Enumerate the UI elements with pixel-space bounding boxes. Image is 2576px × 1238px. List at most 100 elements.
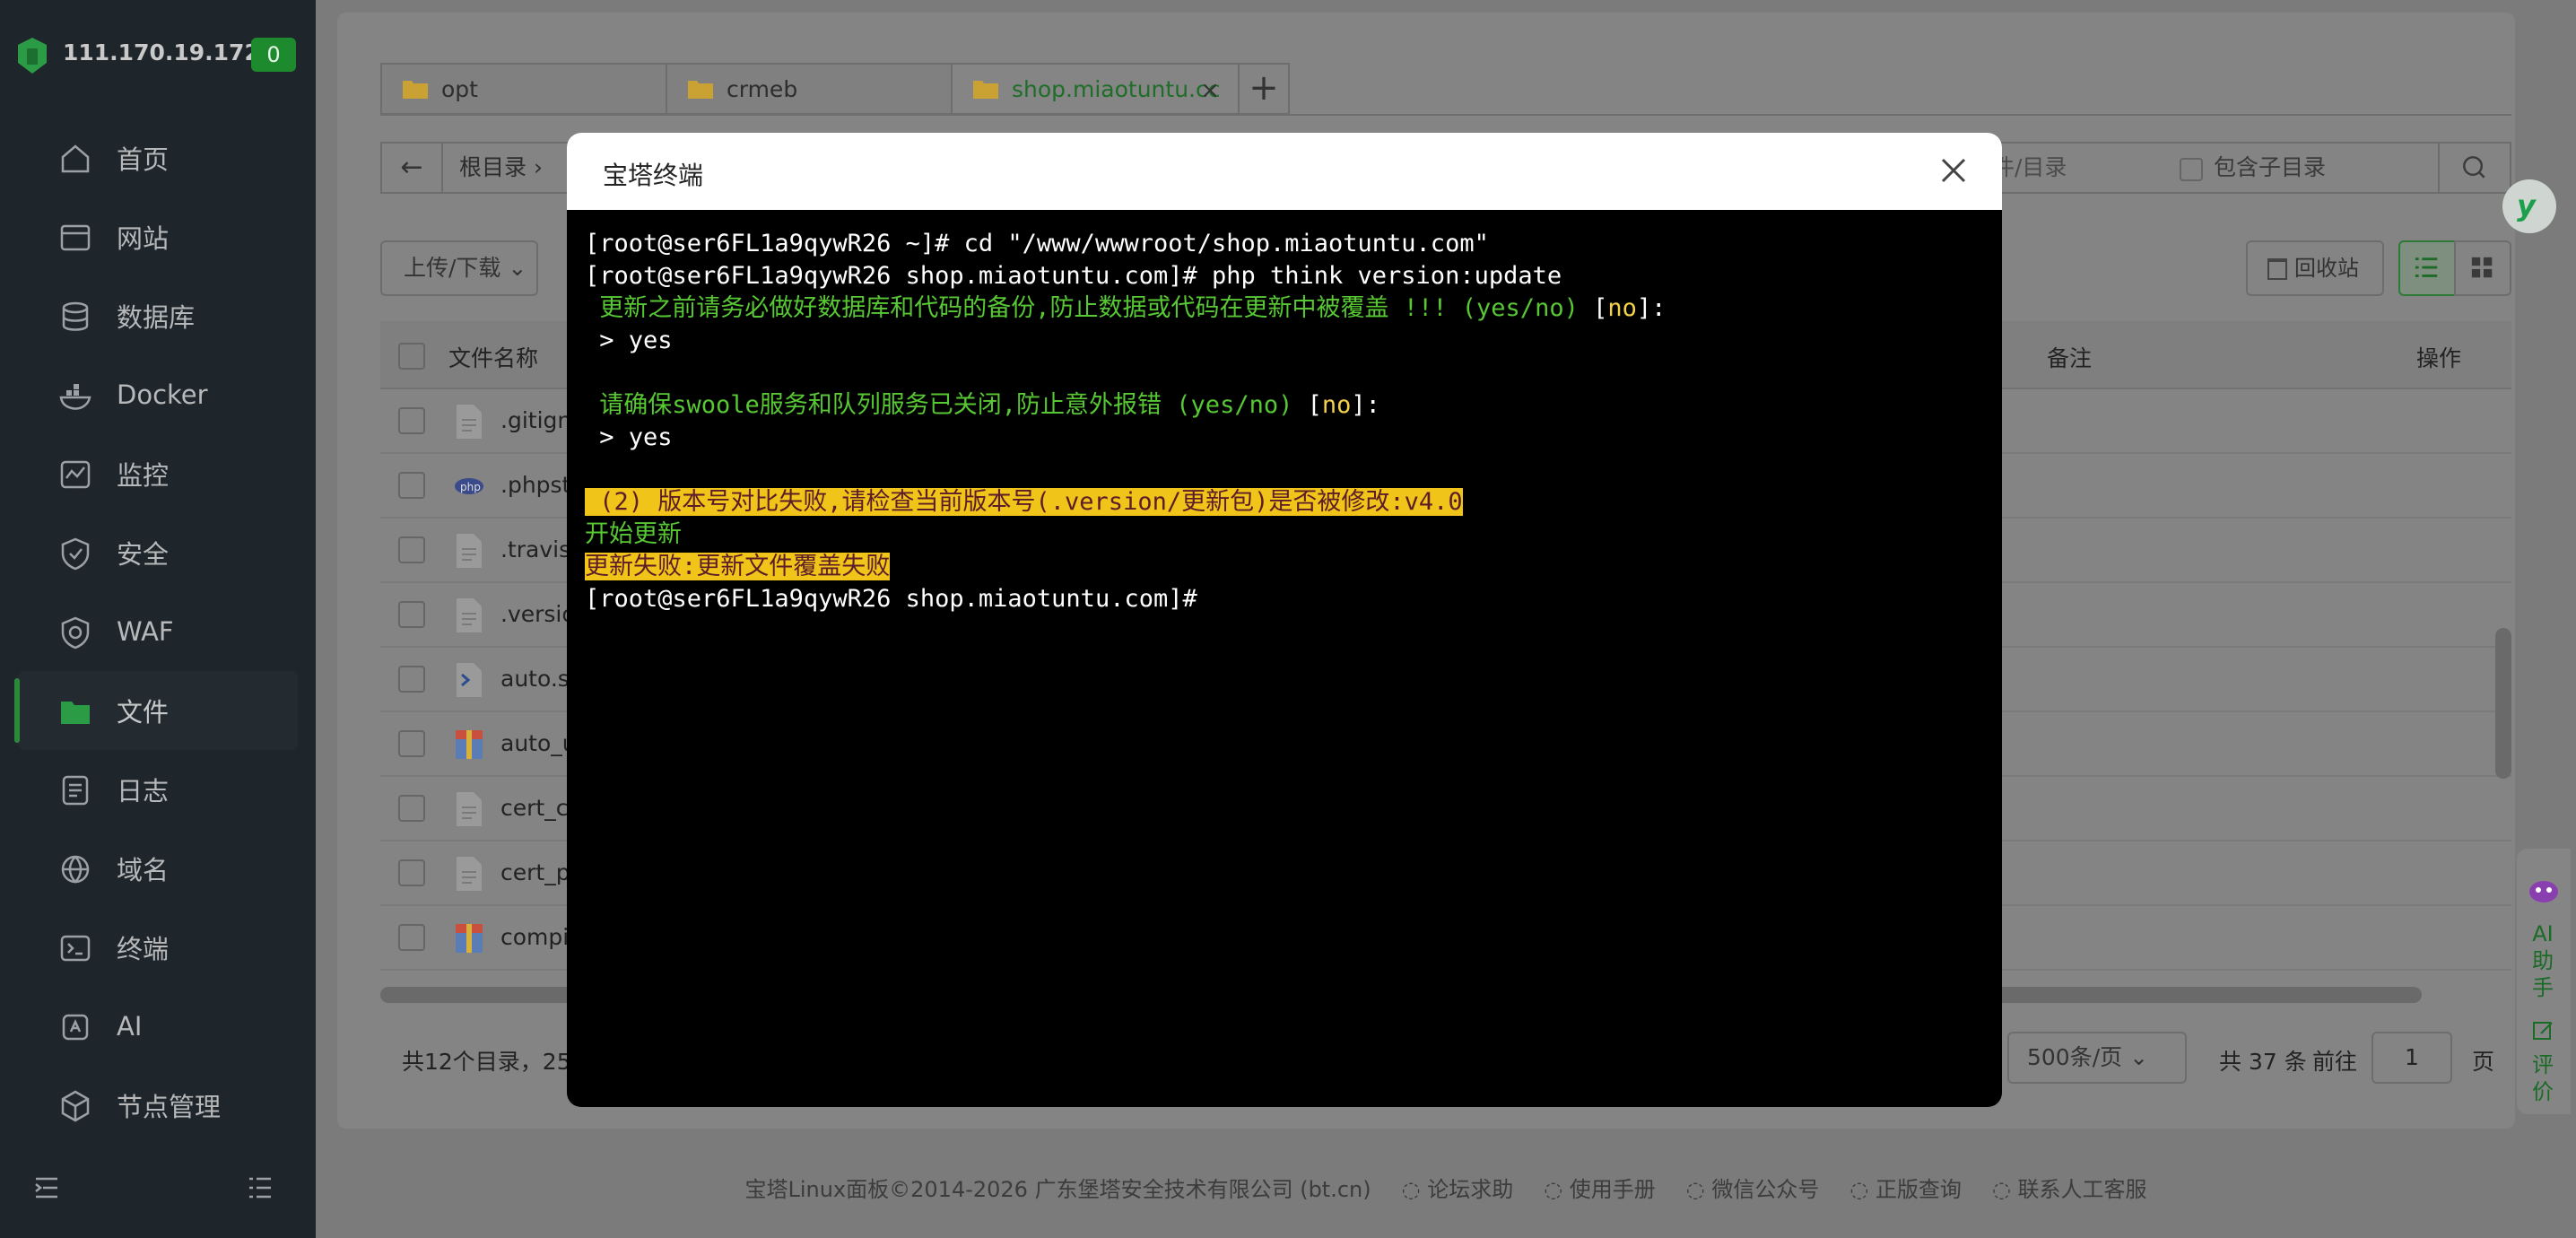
- row-checkbox[interactable]: [398, 795, 425, 822]
- php-file-icon: php: [455, 478, 483, 494]
- sidebar-item-2[interactable]: 数据库: [0, 276, 316, 355]
- close-icon[interactable]: [1937, 154, 1970, 187]
- sidebar-item-9[interactable]: 域名: [0, 829, 316, 908]
- folder-icon: [973, 81, 998, 99]
- error-message: (2) 版本号对比失败,请检查当前版本号(.version/更新包)是否被修改:…: [585, 488, 1463, 516]
- file-name[interactable]: .versio: [500, 601, 576, 627]
- file-name[interactable]: cert_p: [500, 859, 570, 885]
- page-input[interactable]: 1: [2371, 1032, 2452, 1084]
- list-view-button[interactable]: [2398, 240, 2456, 296]
- site-footer: 宝塔Linux面板©2014-2026 广东堡塔安全技术有限公司 (bt.cn)…: [316, 1172, 2576, 1203]
- ai-icon: [62, 1014, 89, 1041]
- terminal-output[interactable]: [root@ser6FL1a9qywR26 ~]# cd "/www/wwwro…: [585, 228, 1984, 615]
- footer-link-label: 联系人工客服: [2017, 1177, 2147, 1202]
- terminal-line: > yes: [585, 325, 1984, 357]
- file-name[interactable]: auto.s: [500, 666, 570, 692]
- review-label[interactable]: 评价: [2529, 1051, 2556, 1105]
- ai-helper-label[interactable]: AI助手: [2529, 920, 2556, 1001]
- page-size-select[interactable]: 500条/页 ⌄: [2007, 1032, 2187, 1084]
- sidebar-item-8[interactable]: 日志: [0, 750, 316, 829]
- file-name[interactable]: compi: [500, 924, 569, 950]
- grid-view-icon: [2471, 257, 2493, 278]
- row-checkbox[interactable]: [398, 601, 425, 628]
- terminal-dialog-title: 宝塔终端: [603, 161, 704, 190]
- sidebar-item-5[interactable]: 安全: [0, 513, 316, 592]
- row-checkbox[interactable]: [398, 536, 425, 563]
- terminal-icon: [60, 935, 91, 962]
- sidebar-item-label: 监控: [117, 460, 170, 491]
- terminal-line: 更新失败:更新文件覆盖失败: [585, 551, 1984, 583]
- collapse-menu-icon[interactable]: [32, 1173, 61, 1202]
- footer-link-3[interactable]: ◌ 正版查询: [1849, 1172, 1962, 1203]
- column-name[interactable]: 文件名称: [448, 341, 538, 373]
- upload-download-button[interactable]: 上传/下载 ⌄: [380, 240, 538, 296]
- footer-link-2[interactable]: ◌ 微信公众号: [1686, 1172, 1820, 1203]
- tab-1[interactable]: crmeb: [666, 63, 953, 115]
- footer-link-0[interactable]: ◌ 论坛求助: [1402, 1172, 1514, 1203]
- recycle-bin-button[interactable]: 回收站: [2246, 240, 2384, 296]
- notification-badge[interactable]: 0: [251, 38, 296, 72]
- ai-assistant-float-button[interactable]: y: [2502, 179, 2556, 233]
- tab-2[interactable]: shop.miaotuntu.cc ×: [951, 63, 1240, 115]
- sidebar-item-7[interactable]: 文件: [14, 671, 298, 750]
- vertical-scrollbar[interactable]: [2495, 628, 2511, 779]
- terminal-line: (2) 版本号对比失败,请检查当前版本号(.version/更新包)是否被修改:…: [585, 486, 1984, 519]
- include-subdir-checkbox[interactable]: [2180, 158, 2203, 181]
- terminal-text: > yes: [585, 423, 673, 451]
- chevron-down-icon: ⌄: [2129, 1044, 2149, 1070]
- sidebar-item-label: 首页: [117, 144, 170, 175]
- footer-link-4[interactable]: ◌ 联系人工客服: [1992, 1172, 2147, 1203]
- trash-icon: [2267, 258, 2287, 280]
- terminal-line: [root@ser6FL1a9qywR26 shop.miaotuntu.com…: [585, 583, 1984, 615]
- sidebar-item-12[interactable]: 节点管理: [0, 1066, 316, 1145]
- search-icon[interactable]: [2438, 144, 2510, 192]
- close-tab-icon[interactable]: ×: [1200, 77, 1220, 104]
- sidebar-item-label: 文件: [117, 697, 170, 728]
- row-checkbox[interactable]: [398, 730, 425, 757]
- row-checkbox[interactable]: [398, 666, 425, 693]
- footer-link-icon: ◌: [1544, 1177, 1570, 1202]
- edit-icon[interactable]: [2530, 1017, 2557, 1044]
- sidebar-footer: [0, 1148, 316, 1238]
- row-checkbox[interactable]: [398, 859, 425, 886]
- add-tab-button[interactable]: +: [1238, 63, 1290, 115]
- include-subdir-label: 包含子目录: [2214, 154, 2327, 180]
- server-ip[interactable]: 111.170.19.172: [63, 39, 260, 65]
- folder-icon: [403, 81, 428, 99]
- ai-logo-icon: y: [2517, 188, 2536, 222]
- sidebar-item-0[interactable]: 首页: [0, 118, 316, 197]
- select-all-checkbox[interactable]: [398, 343, 425, 370]
- sidebar-item-4[interactable]: 监控: [0, 434, 316, 513]
- prompt-suffix: :: [1365, 391, 1380, 419]
- list-menu-icon[interactable]: [246, 1173, 274, 1202]
- sidebar-item-1[interactable]: 网站: [0, 197, 316, 276]
- back-button[interactable]: ←: [380, 142, 443, 194]
- sidebar-item-3[interactable]: Docker: [0, 355, 316, 434]
- sidebar-item-6[interactable]: WAF: [0, 592, 316, 671]
- tab-0[interactable]: opt: [380, 63, 667, 115]
- file-name[interactable]: auto_u: [500, 730, 577, 756]
- text-file-icon: [457, 405, 482, 439]
- row-checkbox[interactable]: [398, 924, 425, 951]
- footer-link-label: 微信公众号: [1711, 1177, 1820, 1202]
- shell-file-icon: [457, 663, 482, 697]
- terminal-dialog: 宝塔终端 [root@ser6FL1a9qywR26 ~]# cd "/www/…: [567, 133, 2002, 1107]
- footer-link-icon: ◌: [1849, 1177, 1875, 1202]
- sidebar-item-label: 节点管理: [117, 1092, 222, 1122]
- sidebar-item-10[interactable]: 终端: [0, 908, 316, 987]
- goto-label: 前往: [2312, 1049, 2358, 1075]
- breadcrumb-root[interactable]: 根目录: [459, 154, 527, 180]
- prompt-default: no: [1607, 294, 1637, 322]
- grid-view-button[interactable]: [2454, 240, 2511, 296]
- terminal-line: 请确保swoole服务和队列服务已关闭,防止意外报错 (yes/no) [no]…: [585, 391, 1380, 419]
- file-name[interactable]: .gitign: [500, 407, 571, 433]
- sidebar-item-11[interactable]: AI: [0, 987, 316, 1066]
- row-checkbox[interactable]: [398, 407, 425, 434]
- database-icon: [62, 301, 89, 331]
- ai-mascot-icon[interactable]: [2517, 858, 2571, 911]
- file-name[interactable]: .phpst: [500, 472, 570, 498]
- footer-link-1[interactable]: ◌ 使用手册: [1544, 1172, 1656, 1203]
- file-name[interactable]: cert_c: [500, 795, 568, 821]
- row-checkbox[interactable]: [398, 472, 425, 499]
